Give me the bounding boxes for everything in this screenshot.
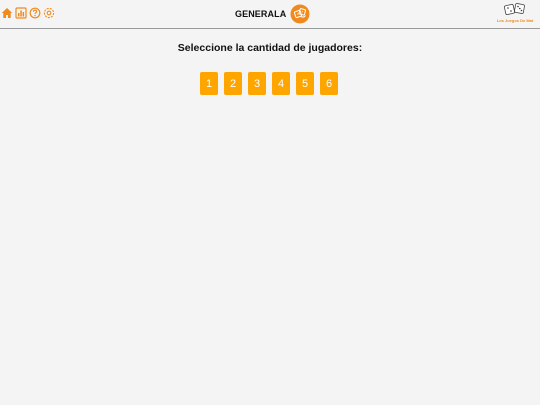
header-bar: GENERALA Los Juegos De Mat [0,0,540,29]
player-count-button-6[interactable]: 6 [320,72,338,95]
player-count-options: 1 2 3 4 5 6 [200,72,338,95]
page-title: GENERALA [235,9,287,19]
title-group: GENERALA [235,4,310,24]
dice-logo-icon [504,3,525,15]
dice-cup-icon [290,4,310,24]
player-count-button-5[interactable]: 5 [296,72,314,95]
player-count-button-3[interactable]: 3 [248,72,266,95]
settings-icon[interactable] [43,7,55,19]
brand-logo[interactable]: Los Juegos De Mat [490,2,540,24]
player-count-prompt: Seleccione la cantidad de jugadores: [177,42,363,54]
brand-name: Los Juegos De Mat [496,18,534,23]
player-count-button-4[interactable]: 4 [272,72,290,95]
help-icon[interactable] [29,7,41,19]
player-count-button-1[interactable]: 1 [200,72,218,95]
player-count-button-2[interactable]: 2 [224,72,242,95]
home-icon[interactable] [1,7,13,19]
stats-icon[interactable] [15,7,27,19]
header-toolbar [1,7,55,19]
